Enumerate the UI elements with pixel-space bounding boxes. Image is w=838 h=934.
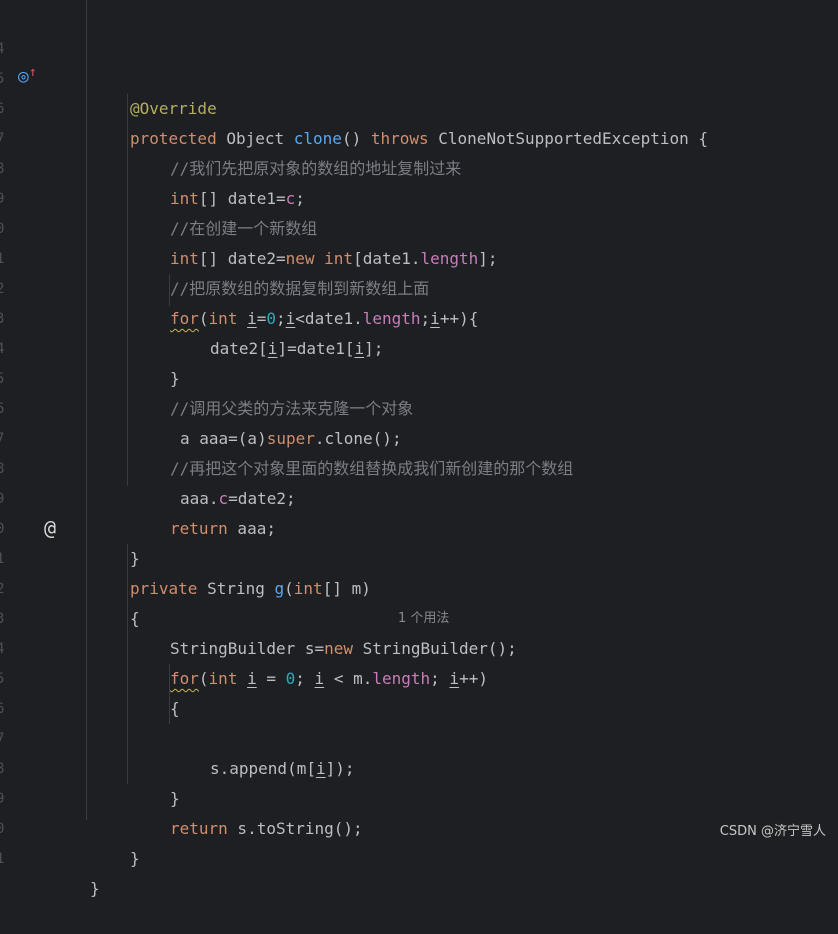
code-line: 0 int[] date2=new int[date1.length]; [0, 184, 838, 268]
code-editor[interactable]: ◎↑ @ 4 5 @Override 6 protected Object cl… [0, 0, 838, 898]
code-line: 6 protected Object clone() throws CloneN… [0, 64, 838, 148]
code-line: 4 } [0, 304, 838, 388]
code-line: 8 } [0, 724, 838, 808]
code-line: 8 int[] date1=c; [0, 124, 838, 208]
code-line: 9 return aaa; [0, 454, 838, 538]
code-line: 5 @Override [0, 34, 838, 118]
code-line: 5 { [0, 634, 838, 718]
code-line: 7 //再把这个对象里面的数组替换成我们新创建的那个数组 [0, 394, 838, 478]
code-line: 6 a aaa=(a)super.clone(); [0, 364, 838, 448]
code-line: 0 } [0, 784, 838, 868]
code-line: 0 } [0, 484, 838, 568]
code-line: 1 //把原数组的数据复制到新数组上面 [0, 214, 838, 298]
code-line: 1 private String g(int[] m) 1 个用法 [0, 514, 838, 626]
code-line: 3 StringBuilder s=new StringBuilder(); [0, 574, 838, 658]
code-line: 8 aaa.c=date2; [0, 424, 838, 508]
line-number: 1 [0, 851, 5, 867]
code-line: 2 { [0, 544, 838, 628]
code-line: 1 } [0, 814, 838, 898]
code-line: 7 //我们先把原对象的数组的地址复制过来 [0, 94, 838, 178]
code-line: 7 s.append(m[i]); [0, 694, 838, 778]
code-line: 9 //在创建一个新数组 [0, 154, 838, 238]
code-line: 4 [0, 4, 838, 57]
code-line: 2 for(int i=0;i<date1.length;i++){ [0, 244, 838, 328]
csdn-watermark: CSDN @济宁雪人 [719, 824, 826, 839]
code-line: 6 [0, 664, 838, 717]
code-line: 9 return s.toString(); [0, 754, 838, 838]
code-line: 5 //调用父类的方法来克隆一个对象 [0, 334, 838, 418]
code-line: 3 date2[i]=date1[i]; [0, 274, 838, 358]
code-line: 4 for(int i = 0; i < m.length; i++) [0, 604, 838, 688]
